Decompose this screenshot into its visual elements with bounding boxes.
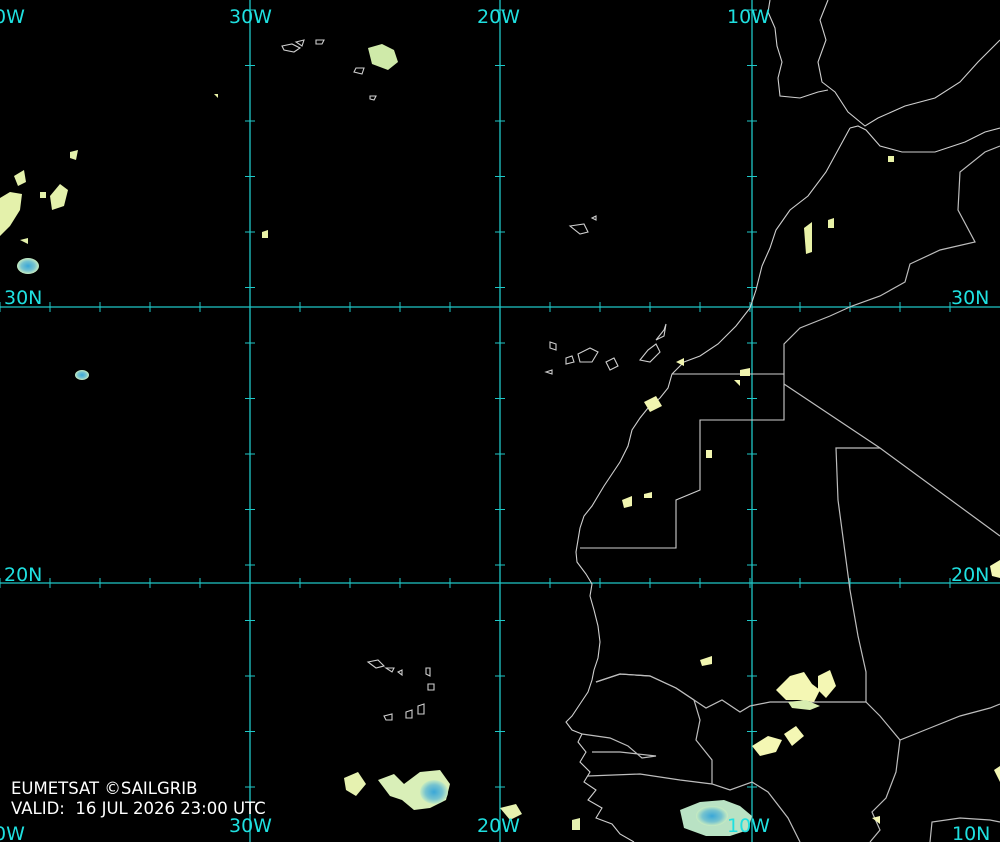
- cloud-patch: [75, 370, 89, 380]
- lat-label-bottom-right: 10N: [952, 823, 990, 842]
- credit-source: EUMETSAT ©SAILGRIB: [11, 779, 198, 798]
- lon-label-top: 30W: [229, 6, 272, 28]
- lon-label-top: 10W: [727, 6, 770, 28]
- lon-label-bottom: 20W: [477, 815, 520, 837]
- cloud-patch: [696, 806, 728, 826]
- credit-valid-time: VALID: 16 JUL 2026 23:00 UTC: [11, 799, 266, 818]
- lon-label-top: 20W: [477, 6, 520, 28]
- lat-label-left: 20N: [4, 564, 42, 586]
- cloud-patch: [572, 818, 580, 830]
- cloud-patch: [17, 258, 39, 274]
- lat-label-right: 20N: [951, 564, 989, 586]
- lat-label-left: 30N: [4, 287, 42, 309]
- lon-label-bottom: 0W: [0, 823, 25, 842]
- cloud-patch: [420, 780, 448, 804]
- satellite-map: 0W 30W 20W 10W 0W 30W 20W 10W 10N 30N 20…: [0, 0, 1000, 842]
- cloud-patch: [888, 156, 894, 162]
- lon-label-top: 0W: [0, 6, 25, 28]
- lon-label-bottom: 10W: [727, 815, 770, 837]
- lat-label-right: 30N: [951, 287, 989, 309]
- cloud-patch: [706, 450, 712, 458]
- cloud-patch: [40, 192, 46, 198]
